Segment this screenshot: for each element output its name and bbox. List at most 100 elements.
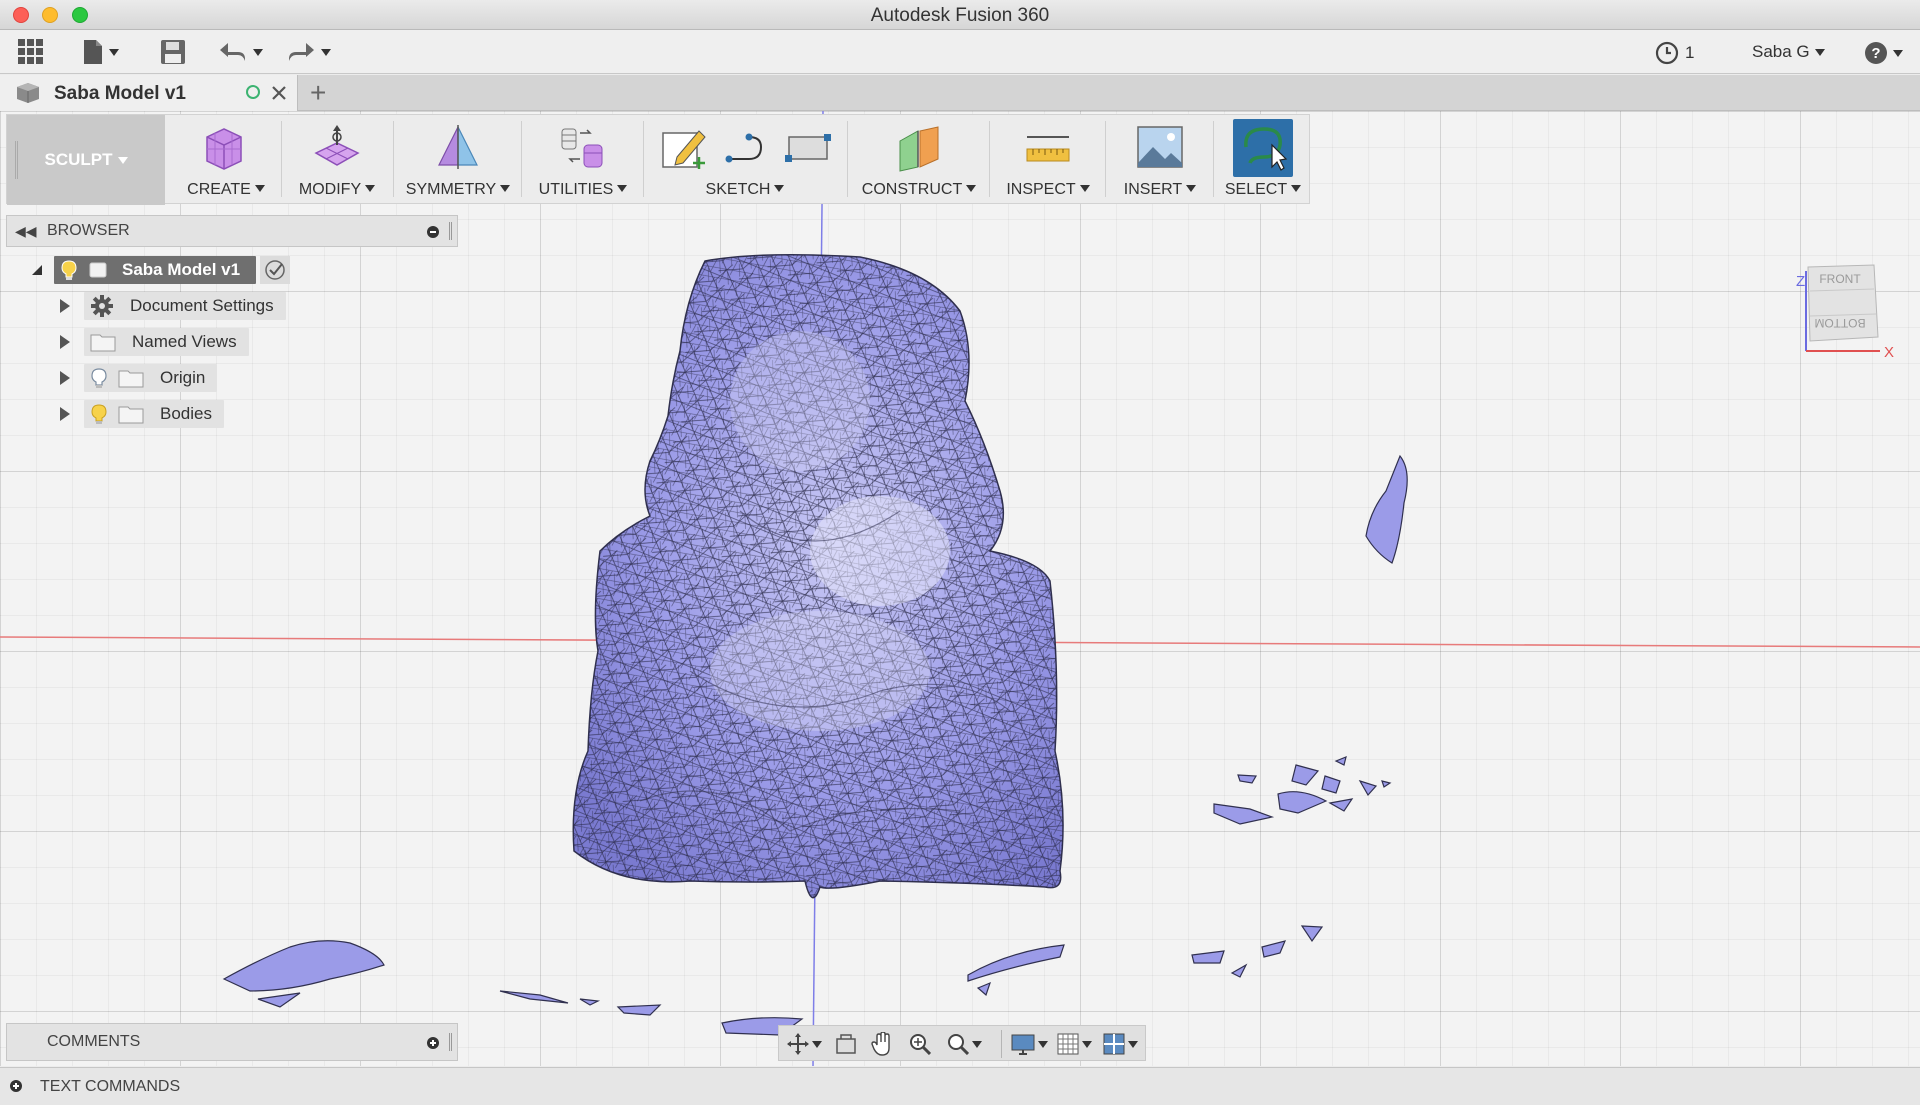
collapse-triangle-icon[interactable] (32, 265, 42, 275)
tree-item-origin[interactable]: Origin (60, 364, 218, 392)
modify-group[interactable]: MODIFY (285, 115, 389, 205)
view-cube[interactable]: FRONT BOTTOM Z X (1796, 264, 1894, 361)
sketch-rectangle-icon (785, 134, 831, 162)
viewports-icon (1103, 1033, 1125, 1055)
chevron-down-icon (500, 185, 511, 192)
text-commands-bar[interactable]: TEXT COMMANDS (0, 1067, 1920, 1105)
display-settings-button[interactable] (1011, 1032, 1048, 1056)
ribbon-divider (847, 121, 848, 197)
browser-pin-icon[interactable] (427, 226, 439, 238)
grid-settings-button[interactable] (1057, 1032, 1092, 1056)
file-menu-button[interactable] (82, 39, 119, 65)
chevron-down-icon (1893, 49, 1903, 57)
close-tab-icon[interactable] (272, 86, 286, 100)
utilities-icon (561, 128, 603, 168)
symmetry-label: SYMMETRY (405, 181, 497, 198)
viewcube-front-label[interactable]: FRONT (1819, 272, 1861, 286)
undo-button[interactable] (218, 39, 263, 65)
activate-component-button[interactable] (260, 256, 291, 284)
save-button[interactable] (160, 39, 186, 65)
construct-label: CONSTRUCT (861, 181, 963, 198)
toolbar-ribbon: SCULPT CREATE MODIFY SYMMETRY UTILITIES … (6, 114, 1310, 205)
help-button[interactable]: ? (1864, 41, 1903, 65)
origin-label: Origin (160, 368, 206, 387)
data-panel-button[interactable] (18, 39, 44, 65)
measure-icon (1026, 136, 1070, 162)
job-status-count: 1 (1685, 43, 1695, 62)
select-group[interactable]: SELECT (1217, 115, 1309, 205)
comments-panel[interactable]: COMMENTS (6, 1023, 458, 1061)
redo-button[interactable] (286, 39, 331, 65)
root-node-label: Saba Model v1 (122, 260, 241, 279)
zoom-button[interactable] (909, 1032, 931, 1056)
expand-triangle-icon[interactable] (60, 335, 70, 349)
expand-triangle-icon[interactable] (60, 371, 70, 385)
ribbon-divider (643, 121, 644, 197)
grid-icon (18, 39, 43, 64)
hand-pan-icon (871, 1032, 890, 1056)
chevron-down-icon (617, 185, 628, 192)
tree-item-bodies[interactable]: Bodies (60, 400, 224, 428)
inspect-group[interactable]: INSPECT (995, 115, 1101, 205)
sketch-line-icon (725, 133, 763, 163)
document-tab[interactable]: Saba Model v1 (0, 75, 298, 111)
browser-panel-header[interactable]: ◀◀ BROWSER (6, 215, 458, 247)
expand-triangle-icon[interactable] (60, 407, 70, 421)
job-status-button[interactable]: 1 (1655, 41, 1694, 65)
chevron-down-icon (1038, 1040, 1048, 1048)
utilities-label: UTILITIES (538, 181, 614, 198)
sketch-group[interactable]: SKETCH (647, 115, 843, 205)
viewcube-bottom-label[interactable]: BOTTOM (1814, 316, 1865, 330)
lightbulb-icon[interactable] (90, 367, 108, 389)
panel-grip[interactable] (449, 222, 452, 240)
add-comment-icon[interactable] (427, 1037, 439, 1049)
inspect-label: INSPECT (1006, 181, 1076, 198)
symmetry-group[interactable]: SYMMETRY (399, 115, 517, 205)
comments-label: COMMENTS (47, 1033, 141, 1050)
window-title: Autodesk Fusion 360 (870, 5, 1050, 26)
new-tab-button[interactable]: + (310, 77, 326, 109)
collapse-browser-icon[interactable]: ◀◀ (15, 223, 37, 240)
utilities-group[interactable]: UTILITIES (527, 115, 639, 205)
orbit-button[interactable] (787, 1032, 822, 1056)
user-menu[interactable]: Saba G (1752, 42, 1825, 62)
create-group[interactable]: CREATE (175, 115, 277, 205)
browser-root-row[interactable]: Saba Model v1 (32, 256, 291, 284)
panel-grip[interactable] (449, 1033, 452, 1051)
viewports-button[interactable] (1103, 1032, 1138, 1056)
expand-triangle-icon[interactable] (60, 299, 70, 313)
model-scene[interactable]: FRONT BOTTOM Z X (0, 111, 1920, 1066)
file-icon (84, 40, 102, 64)
lightbulb-icon[interactable] (60, 259, 78, 281)
ribbon-divider (393, 121, 394, 197)
origin-pill[interactable]: Origin (84, 364, 218, 392)
workspace-switcher[interactable]: SCULPT (7, 115, 165, 205)
tree-item-named-views[interactable]: Named Views (60, 328, 249, 356)
construct-group[interactable]: CONSTRUCT (853, 115, 985, 205)
saved-status-icon (246, 85, 260, 99)
lightbulb-icon[interactable] (90, 403, 108, 425)
zoom-icon (910, 1034, 931, 1055)
symmetry-icon (438, 125, 478, 169)
root-node-pill[interactable]: Saba Model v1 (54, 256, 257, 284)
look-at-button[interactable] (835, 1032, 857, 1056)
bodies-label: Bodies (160, 404, 212, 423)
tree-item-document-settings[interactable]: Document Settings (60, 292, 286, 320)
pan-button[interactable] (871, 1032, 893, 1056)
fit-button[interactable] (947, 1032, 982, 1056)
modify-surface-icon (314, 125, 360, 166)
scanned-bust-mesh[interactable] (572, 254, 1064, 899)
ribbon-grip (15, 141, 18, 179)
named-views-pill[interactable]: Named Views (84, 328, 249, 356)
sketch-label: SKETCH (705, 181, 771, 198)
chevron-down-icon (117, 156, 128, 164)
document-settings-pill[interactable]: Document Settings (84, 292, 286, 320)
expand-text-commands-icon[interactable] (10, 1080, 22, 1092)
insert-group[interactable]: INSERT (1111, 115, 1209, 205)
insert-label: INSERT (1123, 181, 1183, 198)
canvas-viewport[interactable]: FRONT BOTTOM Z X (0, 111, 1920, 1066)
navigation-toolbar (778, 1025, 1146, 1061)
chevron-down-icon (253, 48, 263, 56)
modify-label: MODIFY (298, 181, 362, 198)
bodies-pill[interactable]: Bodies (84, 400, 224, 428)
